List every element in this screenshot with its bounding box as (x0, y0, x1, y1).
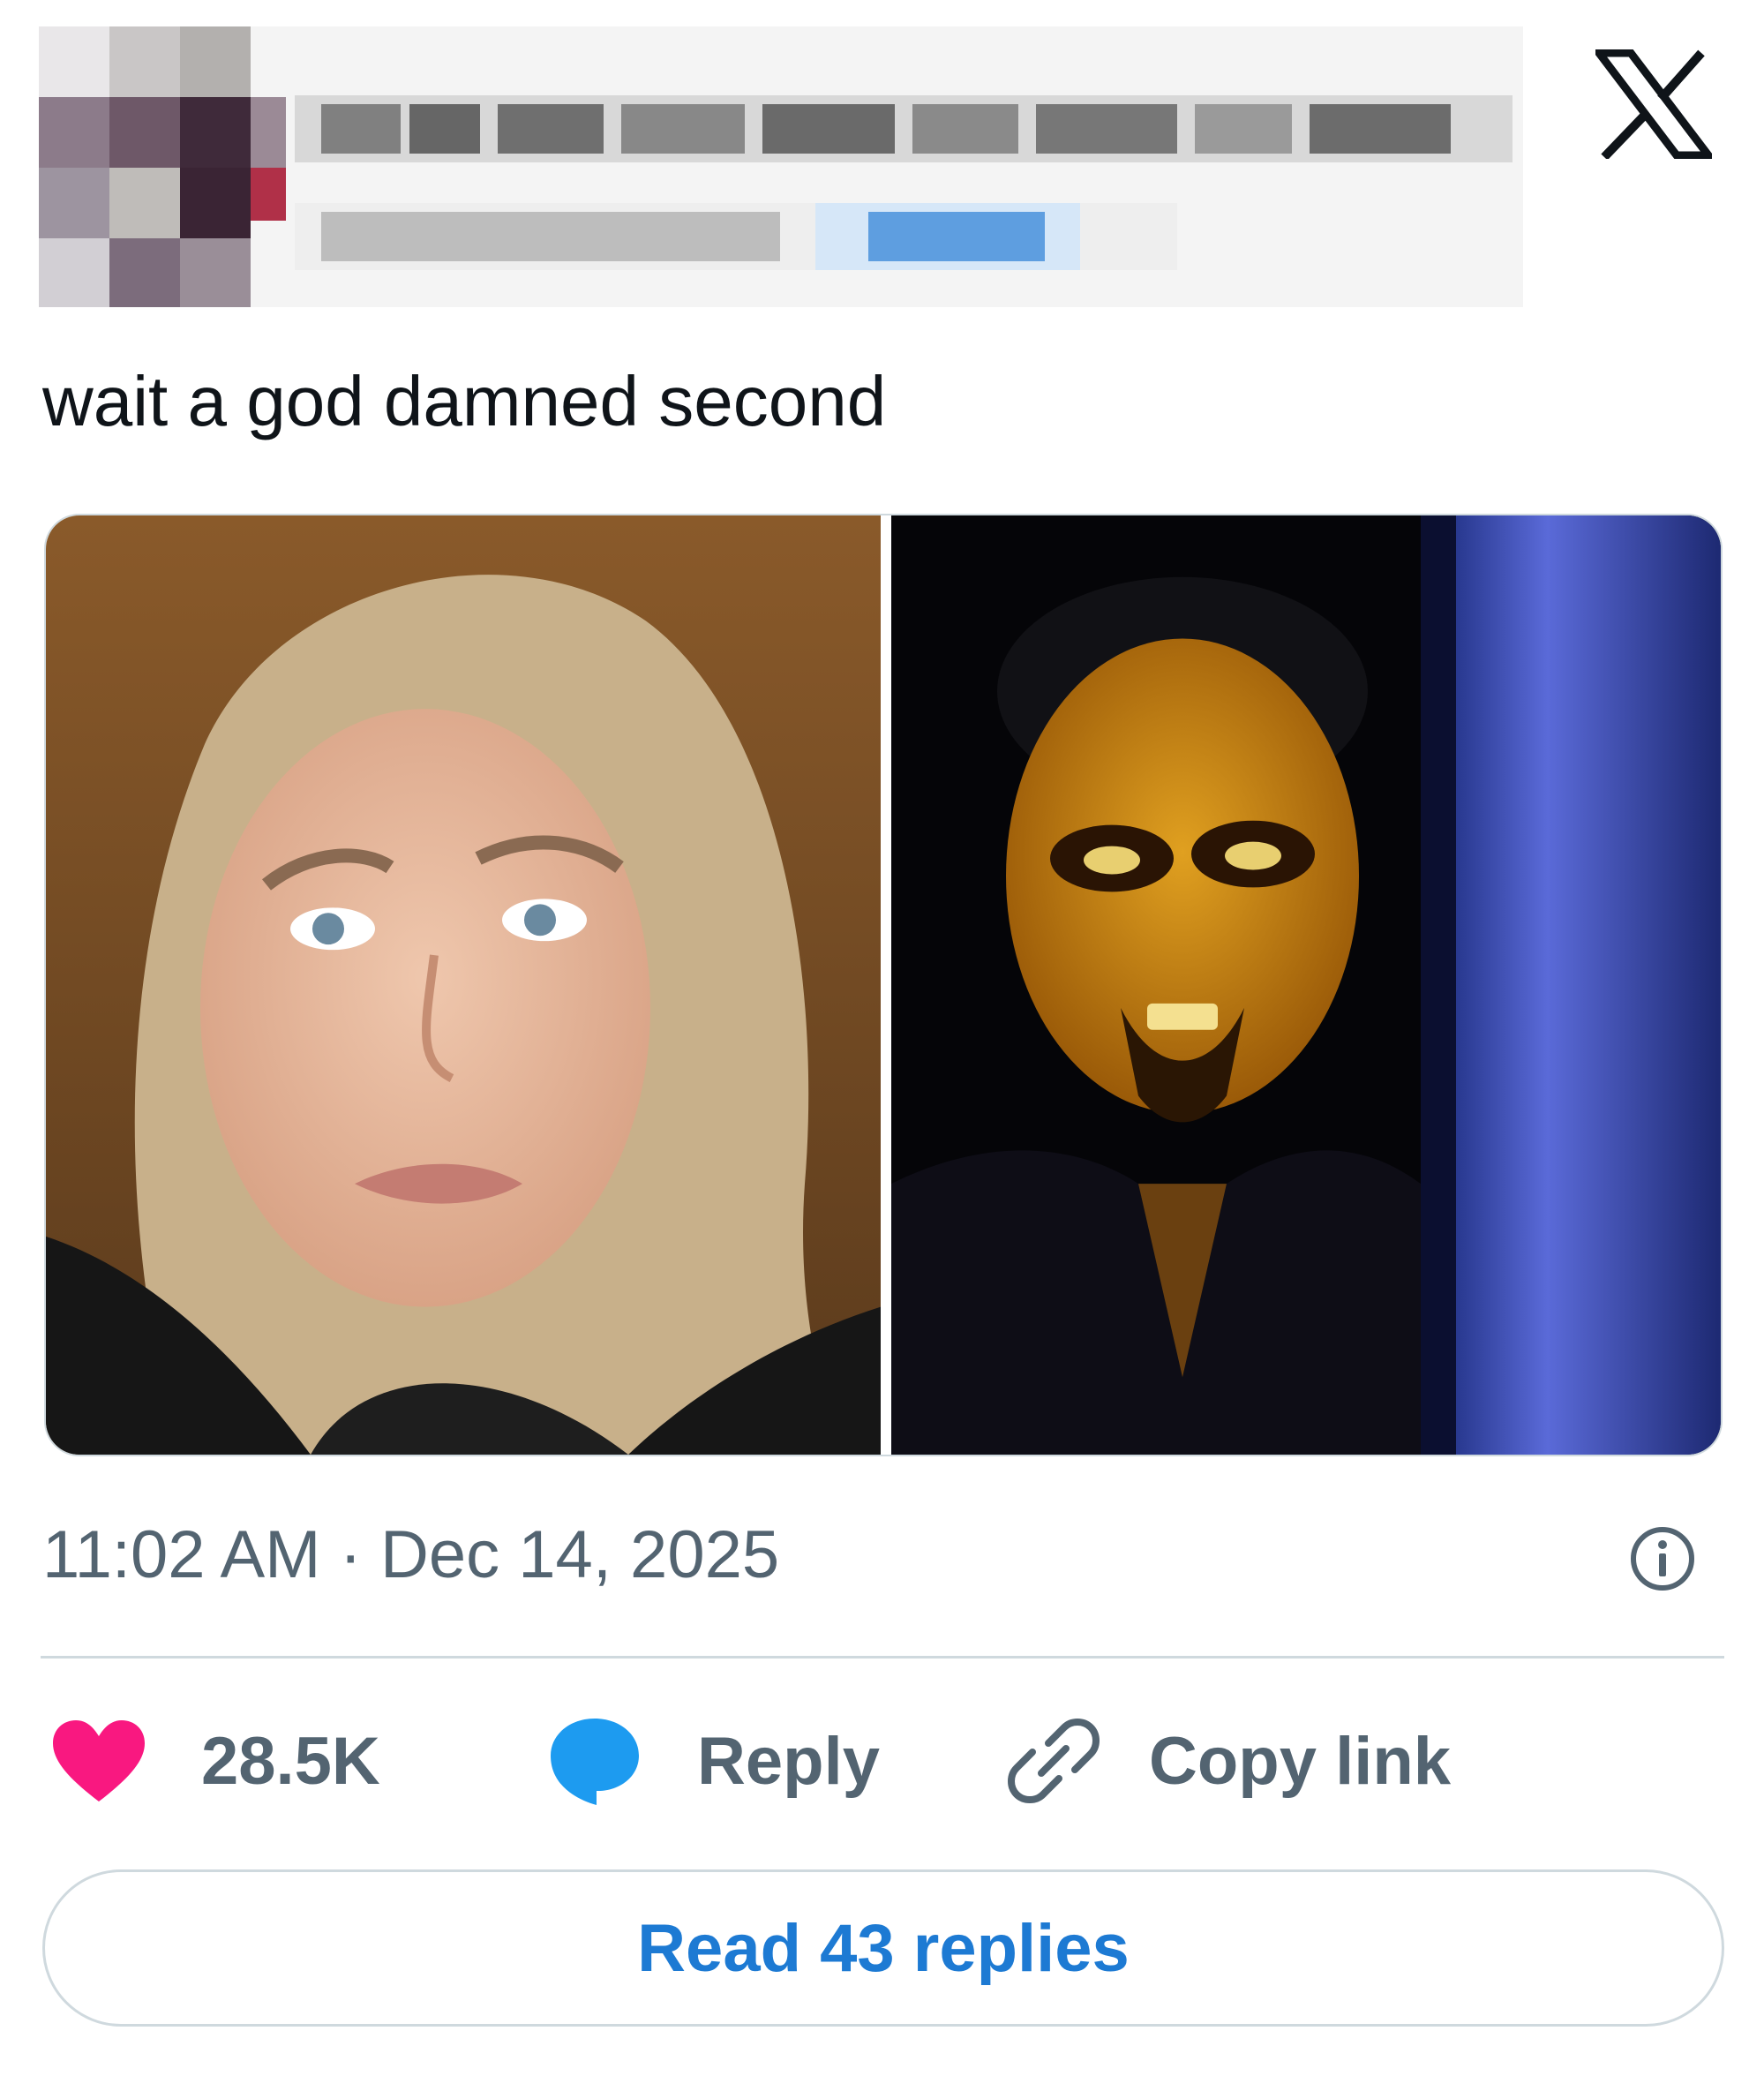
left-photo-illustration (46, 515, 881, 1455)
tweet-media[interactable] (44, 514, 1723, 1456)
tweet-timestamp[interactable]: 11:02 AM · Dec 14, 2025 (42, 1511, 779, 1599)
divider (41, 1656, 1724, 1659)
reply-button[interactable]: Reply (547, 1712, 880, 1809)
right-photo[interactable] (891, 515, 1721, 1455)
author-header-redacted[interactable] (39, 26, 1523, 307)
tweet-time: 11:02 AM (42, 1517, 321, 1592)
heart-icon (53, 1720, 145, 1801)
left-photo[interactable] (46, 515, 881, 1455)
like-button[interactable]: 28.5K (51, 1712, 380, 1809)
read-replies-button[interactable]: Read 43 replies (42, 1869, 1724, 2027)
speech-bubble-icon (551, 1719, 639, 1805)
info-icon[interactable] (1629, 1525, 1696, 1592)
copy-link-button[interactable]: Copy link (1006, 1712, 1451, 1809)
tweet-date: Dec 14, 2025 (380, 1517, 780, 1592)
like-count: 28.5K (201, 1723, 380, 1799)
copy-link-label: Copy link (1149, 1723, 1452, 1799)
pixelated-author-mosaic (39, 26, 1523, 307)
x-logo-icon[interactable] (1595, 49, 1712, 159)
timestamp-separator: · (320, 1517, 381, 1592)
link-icon (1008, 1719, 1100, 1803)
right-photo-illustration (891, 515, 1721, 1455)
reply-label: Reply (697, 1723, 880, 1799)
tweet-text: wait a god damned second (42, 362, 887, 440)
